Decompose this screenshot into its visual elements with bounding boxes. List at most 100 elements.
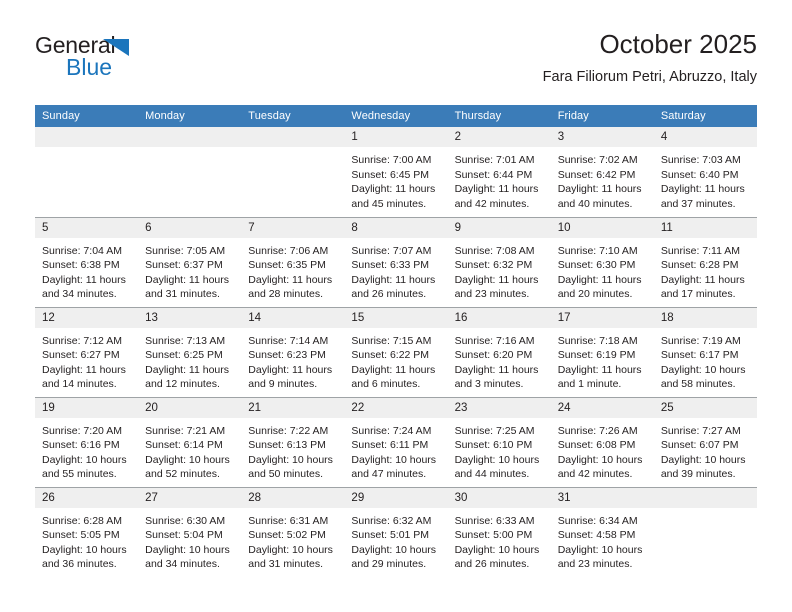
day-details: Sunrise: 7:25 AM Sunset: 6:10 PM Daylight:… <box>448 418 551 482</box>
calendar-day-cell[interactable]: 14 Sunrise: 7:14 AM Sunset: 6:23 PM Dayligh… <box>241 306 345 397</box>
day-cell-inner: 4 Sunrise: 7:03 AM Sunset: 6:40 PM Daylight… <box>653 127 757 217</box>
daylight-text-line2: and 17 minutes. <box>660 288 736 300</box>
sunset-text: Sunset: 6:37 PM <box>145 259 223 271</box>
daylight-text-line1: Daylight: 10 hours <box>145 453 230 466</box>
day-number: 25 <box>653 397 757 418</box>
day-number: 29 <box>344 487 448 508</box>
day-details: Sunrise: 7:06 AM Sunset: 6:35 PM Daylight:… <box>241 238 344 302</box>
day-number: 26 <box>35 487 139 508</box>
sunrise-text: Sunrise: 7:12 AM <box>42 334 122 347</box>
daylight-text-line1: Daylight: 11 hours <box>454 183 539 195</box>
calendar-day-cell[interactable]: 17 Sunrise: 7:18 AM Sunset: 6:19 PM Dayligh… <box>550 306 654 397</box>
calendar-day-cell[interactable]: 6 Sunrise: 7:05 AM Sunset: 6:37 PM Daylight… <box>138 216 242 307</box>
day-number: 28 <box>241 487 345 508</box>
daylight-text-line2: and 23 minutes. <box>557 558 633 570</box>
day-cell-inner: 7 Sunrise: 7:06 AM Sunset: 6:35 PM Daylight… <box>241 217 345 307</box>
calendar-day-cell[interactable]: 30 Sunrise: 6:33 AM Sunset: 5:00 PM Dayligh… <box>447 486 551 577</box>
day-number: 9 <box>447 217 551 238</box>
daylight-text-line1: Daylight: 11 hours <box>145 363 229 376</box>
sunrise-text: Sunrise: 7:02 AM <box>557 154 638 166</box>
calendar-week-row: 12 Sunrise: 7:12 AM Sunset: 6:27 PM Dayligh… <box>35 306 757 397</box>
calendar-day-cell[interactable]: 2 Sunrise: 7:01 AM Sunset: 6:44 PM Daylight… <box>447 127 551 217</box>
calendar-day-cell[interactable]: 26 Sunrise: 6:28 AM Sunset: 5:05 PM Dayligh… <box>35 486 139 577</box>
sunset-text: Sunset: 6:11 PM <box>351 439 429 451</box>
day-details: Sunrise: 7:00 AM Sunset: 6:45 PM Daylight:… <box>344 147 447 211</box>
day-cell-inner <box>138 127 242 217</box>
day-cell-inner: 13 Sunrise: 7:13 AM Sunset: 6:25 PM Dayligh… <box>138 307 242 397</box>
calendar-day-cell[interactable]: 8 Sunrise: 7:07 AM Sunset: 6:33 PM Daylight… <box>344 216 448 307</box>
day-number: 6 <box>138 217 242 238</box>
day-details: Sunrise: 7:07 AM Sunset: 6:33 PM Daylight:… <box>344 238 447 302</box>
day-number: 14 <box>241 307 345 328</box>
sunrise-text: Sunrise: 7:04 AM <box>42 244 122 257</box>
daylight-text-line1: Daylight: 11 hours <box>42 363 126 376</box>
calendar-day-cell[interactable]: 3 Sunrise: 7:02 AM Sunset: 6:42 PM Daylight… <box>550 127 654 217</box>
day-cell-inner: 6 Sunrise: 7:05 AM Sunset: 6:37 PM Daylight… <box>138 217 242 307</box>
calendar-day-cell[interactable]: 15 Sunrise: 7:15 AM Sunset: 6:22 PM Dayligh… <box>344 306 448 397</box>
logo-text-blue: Blue <box>66 54 113 80</box>
calendar-day-cell[interactable]: 31 Sunrise: 6:34 AM Sunset: 4:58 PM Dayligh… <box>550 486 654 577</box>
day-cell-inner: 19 Sunrise: 7:20 AM Sunset: 6:16 PM Dayligh… <box>35 397 139 487</box>
calendar-day-cell[interactable]: 19 Sunrise: 7:20 AM Sunset: 6:16 PM Dayligh… <box>35 396 139 487</box>
day-cell-inner: 20 Sunrise: 7:21 AM Sunset: 6:14 PM Dayligh… <box>138 397 242 487</box>
sunrise-text: Sunrise: 6:32 AM <box>351 514 432 527</box>
day-cell-inner: 14 Sunrise: 7:14 AM Sunset: 6:23 PM Dayligh… <box>241 307 345 397</box>
calendar-day-cell[interactable]: 13 Sunrise: 7:13 AM Sunset: 6:25 PM Dayligh… <box>138 306 242 397</box>
day-number: 23 <box>447 397 551 418</box>
calendar-day-cell[interactable]: 12 Sunrise: 7:12 AM Sunset: 6:27 PM Dayligh… <box>35 306 139 397</box>
sunset-text: Sunset: 6:42 PM <box>557 168 636 181</box>
calendar-day-cell[interactable]: 29 Sunrise: 6:32 AM Sunset: 5:01 PM Dayligh… <box>344 486 448 577</box>
day-details: Sunrise: 7:27 AM Sunset: 6:07 PM Daylight:… <box>654 418 757 482</box>
calendar-day-cell[interactable]: 24 Sunrise: 7:26 AM Sunset: 6:08 PM Dayligh… <box>550 396 654 487</box>
calendar-day-cell[interactable]: 21 Sunrise: 7:22 AM Sunset: 6:13 PM Dayligh… <box>241 396 345 487</box>
calendar-day-cell[interactable]: 22 Sunrise: 7:24 AM Sunset: 6:11 PM Dayligh… <box>344 396 448 487</box>
calendar-day-cell[interactable]: 4 Sunrise: 7:03 AM Sunset: 6:40 PM Daylight… <box>653 127 757 217</box>
calendar-day-cell[interactable]: 23 Sunrise: 7:25 AM Sunset: 6:10 PM Dayligh… <box>447 396 551 487</box>
calendar-week-row: 19 Sunrise: 7:20 AM Sunset: 6:16 PM Dayligh… <box>35 396 757 487</box>
day-number: 13 <box>138 307 242 328</box>
sunset-text: Sunset: 6:25 PM <box>145 349 223 361</box>
day-cell-inner: 24 Sunrise: 7:26 AM Sunset: 6:08 PM Dayligh… <box>550 397 654 487</box>
daylight-text-line2: and 14 minutes. <box>42 378 117 390</box>
daylight-text-line1: Daylight: 10 hours <box>42 453 127 466</box>
sunset-text: Sunset: 6:35 PM <box>248 259 326 271</box>
daylight-text-line1: Daylight: 10 hours <box>557 453 643 466</box>
day-cell-inner: 11 Sunrise: 7:11 AM Sunset: 6:28 PM Dayligh… <box>653 217 757 307</box>
calendar-week-row: 26 Sunrise: 6:28 AM Sunset: 5:05 PM Dayligh… <box>35 486 757 577</box>
sunrise-text: Sunrise: 7:21 AM <box>145 424 226 437</box>
calendar-day-cell[interactable]: 20 Sunrise: 7:21 AM Sunset: 6:14 PM Dayligh… <box>138 396 242 487</box>
calendar-week-row: 1 Sunrise: 7:00 AM Sunset: 6:45 PM Daylight… <box>35 127 757 217</box>
sunrise-text: Sunrise: 7:05 AM <box>145 244 226 257</box>
calendar-day-cell[interactable]: 18 Sunrise: 7:19 AM Sunset: 6:17 PM Dayligh… <box>653 306 757 397</box>
sunset-text: Sunset: 4:58 PM <box>557 529 636 541</box>
calendar-day-cell[interactable]: 16 Sunrise: 7:16 AM Sunset: 6:20 PM Dayligh… <box>447 306 551 397</box>
calendar-day-cell[interactable]: 28 Sunrise: 6:31 AM Sunset: 5:02 PM Dayligh… <box>241 486 345 577</box>
calendar-day-cell[interactable]: 25 Sunrise: 7:27 AM Sunset: 6:07 PM Dayligh… <box>653 396 757 487</box>
day-details: Sunrise: 7:24 AM Sunset: 6:11 PM Daylight:… <box>344 418 447 482</box>
daylight-text-line2: and 29 minutes. <box>351 558 427 570</box>
sunset-text: Sunset: 6:08 PM <box>557 439 636 451</box>
calendar-day-cell[interactable]: 27 Sunrise: 6:30 AM Sunset: 5:04 PM Dayligh… <box>138 486 242 577</box>
daylight-text-line1: Daylight: 11 hours <box>248 273 333 286</box>
sunset-text: Sunset: 6:30 PM <box>557 259 636 271</box>
day-number: 12 <box>35 307 139 328</box>
day-cell-inner: 12 Sunrise: 7:12 AM Sunset: 6:27 PM Dayligh… <box>35 307 139 397</box>
day-cell-inner <box>241 127 345 217</box>
calendar-day-cell[interactable]: 1 Sunrise: 7:00 AM Sunset: 6:45 PM Daylight… <box>344 127 448 217</box>
day-number: 17 <box>550 307 654 328</box>
weekday-header-thursday: Thursday <box>447 105 551 127</box>
calendar-day-cell[interactable]: 10 Sunrise: 7:10 AM Sunset: 6:30 PM Dayligh… <box>550 216 654 307</box>
calendar-day-cell[interactable]: 5 Sunrise: 7:04 AM Sunset: 6:38 PM Daylight… <box>35 216 139 307</box>
day-cell-inner: 23 Sunrise: 7:25 AM Sunset: 6:10 PM Dayligh… <box>447 397 551 487</box>
day-cell-inner: 16 Sunrise: 7:16 AM Sunset: 6:20 PM Dayligh… <box>447 307 551 397</box>
page-subtitle: Fara Filiorum Petri, Abruzzo, Italy <box>542 69 757 85</box>
day-number <box>138 127 242 147</box>
calendar-day-cell[interactable]: 7 Sunrise: 7:06 AM Sunset: 6:35 PM Daylight… <box>241 216 345 307</box>
calendar-day-cell[interactable]: 11 Sunrise: 7:11 AM Sunset: 6:28 PM Dayligh… <box>653 216 757 307</box>
sunset-text: Sunset: 6:10 PM <box>454 439 533 451</box>
day-cell-inner: 5 Sunrise: 7:04 AM Sunset: 6:38 PM Daylight… <box>35 217 139 307</box>
daylight-text-line2: and 26 minutes. <box>351 288 427 300</box>
calendar-day-cell[interactable]: 9 Sunrise: 7:08 AM Sunset: 6:32 PM Daylight… <box>447 216 551 307</box>
sunrise-text: Sunrise: 7:03 AM <box>660 154 741 166</box>
day-cell-inner: 2 Sunrise: 7:01 AM Sunset: 6:44 PM Daylight… <box>447 127 551 217</box>
